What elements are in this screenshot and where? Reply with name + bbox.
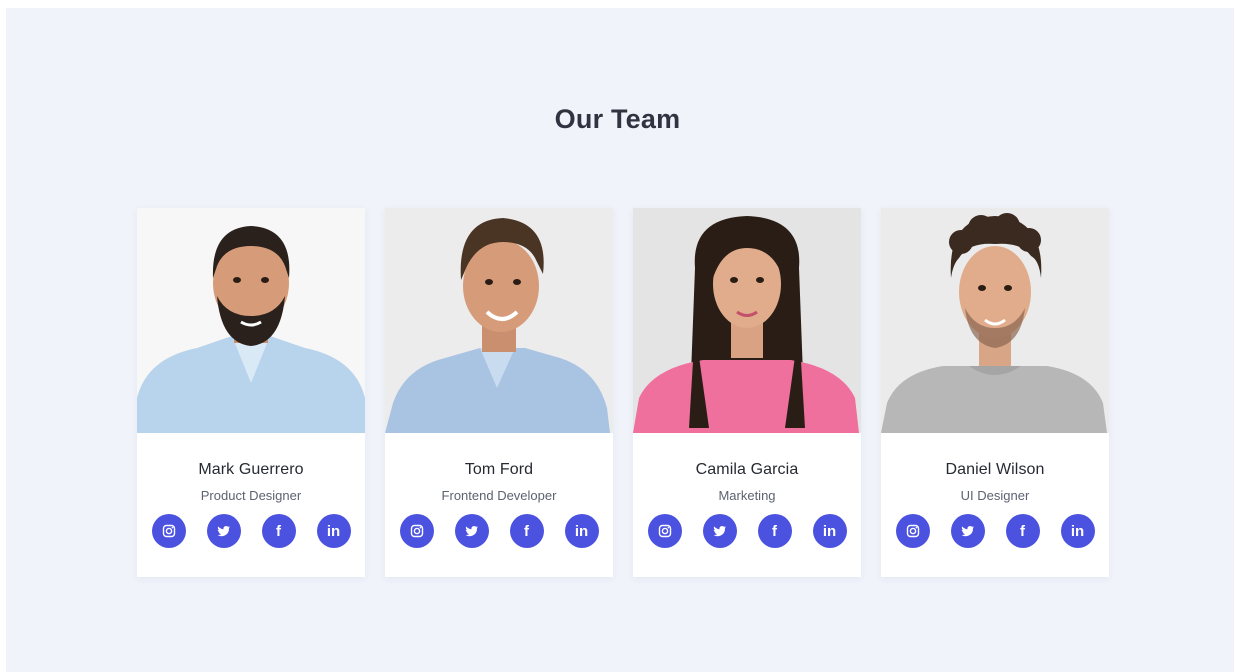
section-title: Our Team <box>554 104 681 134</box>
member-role: Frontend Developer <box>441 488 557 503</box>
twitter-icon <box>465 526 478 537</box>
facebook-button[interactable]: f <box>509 514 544 548</box>
linkedin-icon: in <box>574 522 589 540</box>
instagram-button[interactable] <box>647 514 682 548</box>
member-role: Product Designer <box>200 488 302 503</box>
instagram-button[interactable] <box>399 514 434 548</box>
member-photo <box>137 208 365 433</box>
facebook-icon: f <box>1020 522 1025 540</box>
member-name: Camila Garcia <box>695 461 799 478</box>
social-links: f in <box>385 514 613 548</box>
linkedin-button[interactable]: in <box>812 514 847 548</box>
member-name: Mark Guerrero <box>198 461 304 478</box>
linkedin-button[interactable]: in <box>564 514 599 548</box>
facebook-icon: f <box>772 522 777 540</box>
facebook-button[interactable]: f <box>757 514 792 548</box>
twitter-button[interactable] <box>454 514 489 548</box>
linkedin-button[interactable]: in <box>316 514 351 548</box>
member-name: Tom Ford <box>464 461 534 478</box>
facebook-icon: f <box>276 522 281 540</box>
instagram-icon <box>162 524 175 538</box>
team-member-card: Camila Garcia Marketing f in <box>633 208 861 577</box>
team-member-card: Tom Ford Frontend Developer f in <box>385 208 613 577</box>
facebook-button[interactable]: f <box>261 514 296 548</box>
twitter-icon <box>713 526 726 537</box>
team-member-card: Mark Guerrero Product Designer f in <box>137 208 365 577</box>
linkedin-icon: in <box>822 522 837 540</box>
social-links: f in <box>881 514 1109 548</box>
member-role: UI Designer <box>960 488 1030 503</box>
linkedin-icon: in <box>326 522 341 540</box>
team-grid: Mark Guerrero Product Designer f in Tom … <box>137 208 1109 577</box>
social-links: f in <box>137 514 365 548</box>
instagram-icon <box>410 524 423 538</box>
member-photo <box>881 208 1109 433</box>
member-name: Daniel Wilson <box>945 461 1045 478</box>
instagram-button[interactable] <box>895 514 930 548</box>
member-photo <box>633 208 861 433</box>
linkedin-button[interactable]: in <box>1060 514 1095 548</box>
instagram-button[interactable] <box>151 514 186 548</box>
instagram-icon <box>658 524 671 538</box>
twitter-icon <box>961 526 974 537</box>
facebook-button[interactable]: f <box>1005 514 1040 548</box>
member-photo <box>385 208 613 433</box>
facebook-icon: f <box>524 522 529 540</box>
twitter-button[interactable] <box>702 514 737 548</box>
member-role: Marketing <box>718 488 776 503</box>
social-links: f in <box>633 514 861 548</box>
twitter-button[interactable] <box>206 514 241 548</box>
twitter-button[interactable] <box>950 514 985 548</box>
instagram-icon <box>906 524 919 538</box>
twitter-icon <box>217 526 230 537</box>
linkedin-icon: in <box>1070 522 1085 540</box>
team-member-card: Daniel Wilson UI Designer f in <box>881 208 1109 577</box>
